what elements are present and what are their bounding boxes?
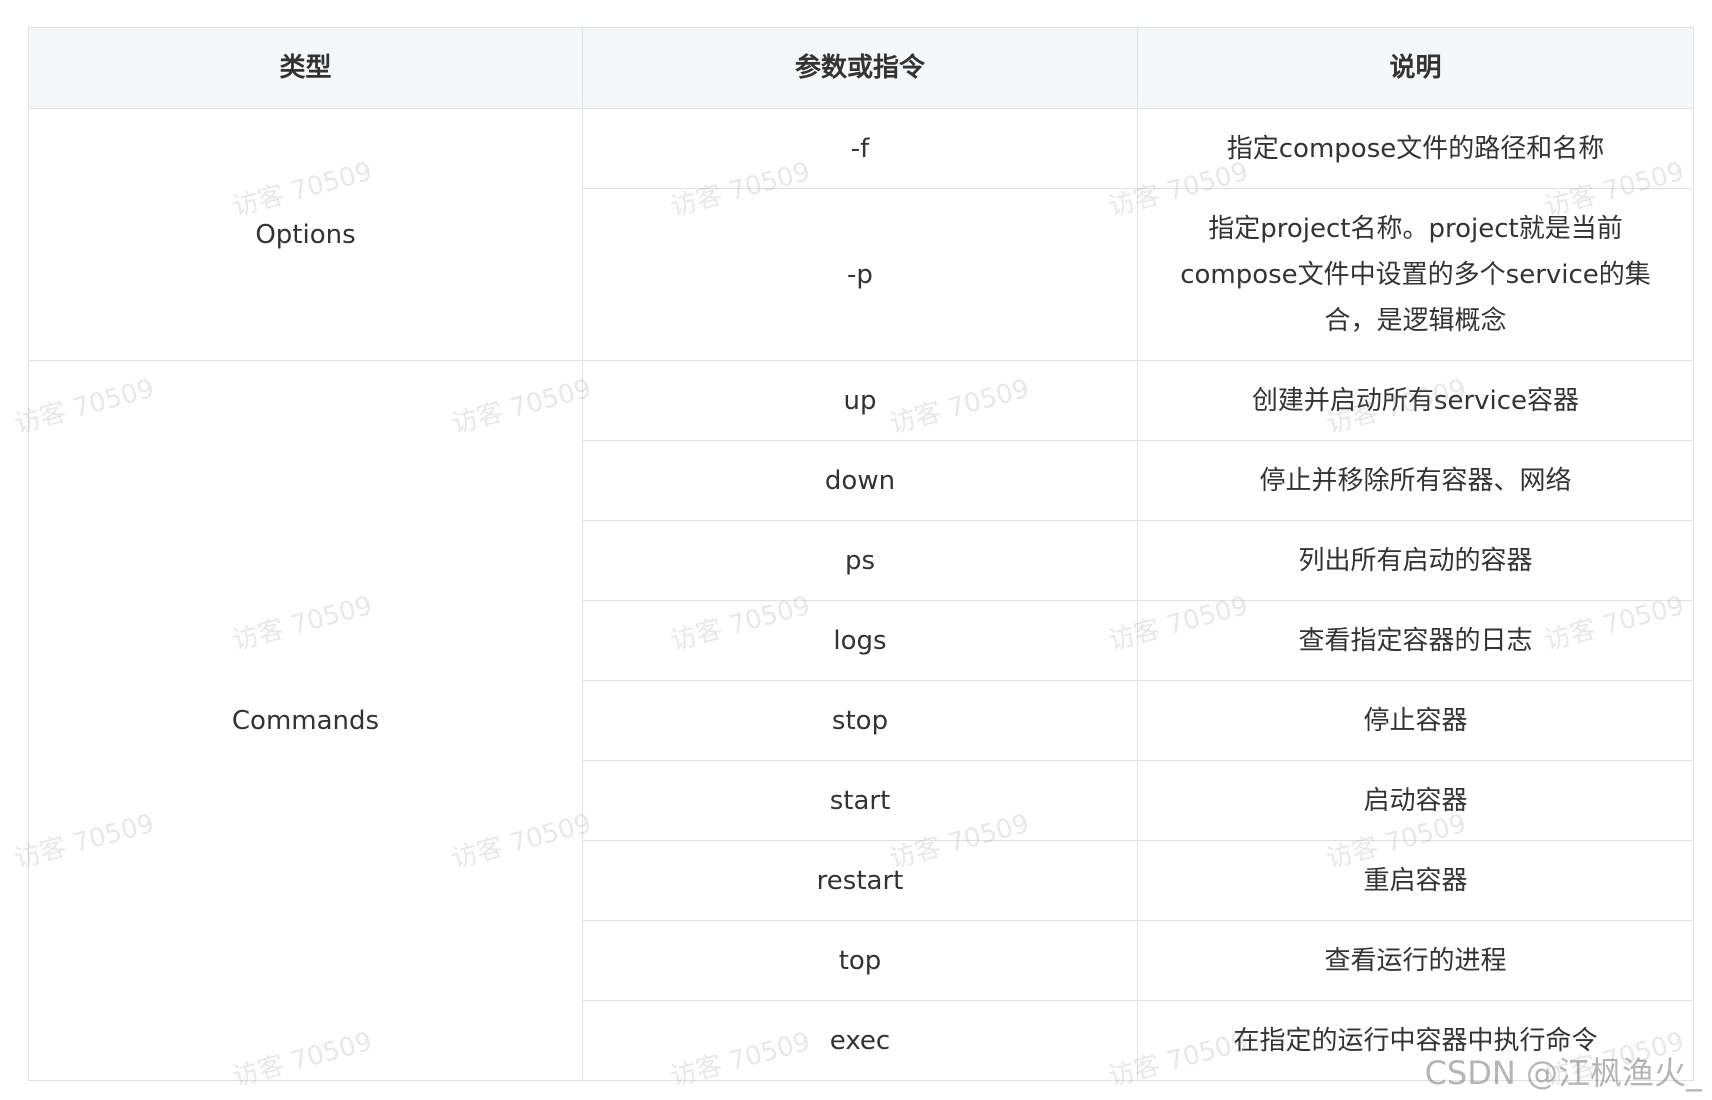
header-desc: 说明 <box>1137 27 1694 109</box>
param-cell: ps <box>582 520 1138 601</box>
compose-command-table: 类型 参数或指令 说明 Options -f 指定compose文件的路径和名称… <box>28 27 1694 1081</box>
group-type-commands: Commands <box>28 360 583 1081</box>
param-cell: -f <box>582 108 1138 189</box>
desc-cell: 启动容器 <box>1137 760 1694 841</box>
csdn-credit-watermark: CSDN @江枫渔火_ <box>1424 1054 1702 1092</box>
desc-cell: 指定compose文件的路径和名称 <box>1137 108 1694 189</box>
command-table-container: 类型 参数或指令 说明 Options -f 指定compose文件的路径和名称… <box>28 27 1694 1081</box>
desc-cell: 重启容器 <box>1137 840 1694 921</box>
desc-cell: 查看指定容器的日志 <box>1137 600 1694 681</box>
param-cell: stop <box>582 680 1138 761</box>
param-cell: exec <box>582 1000 1138 1081</box>
header-param: 参数或指令 <box>582 27 1138 109</box>
param-cell: up <box>582 360 1138 441</box>
desc-cell: 停止容器 <box>1137 680 1694 761</box>
param-cell: top <box>582 920 1138 1001</box>
param-cell: restart <box>582 840 1138 921</box>
table-row: Commands up 创建并启动所有service容器 <box>28 360 1694 1081</box>
group-type-options: Options <box>28 108 583 361</box>
param-cell: start <box>582 760 1138 841</box>
table-row: Options -f 指定compose文件的路径和名称 <box>28 108 1694 361</box>
param-cell: logs <box>582 600 1138 681</box>
desc-cell: 指定project名称。project就是当前compose文件中设置的多个se… <box>1137 188 1694 361</box>
desc-cell: 创建并启动所有service容器 <box>1137 360 1694 441</box>
desc-cell: 停止并移除所有容器、网络 <box>1137 440 1694 521</box>
param-cell: -p <box>582 188 1138 361</box>
desc-cell: 列出所有启动的容器 <box>1137 520 1694 601</box>
header-type: 类型 <box>28 27 583 109</box>
desc-cell: 查看运行的进程 <box>1137 920 1694 1001</box>
table-header-row: 类型 参数或指令 说明 <box>28 27 1694 109</box>
param-cell: down <box>582 440 1138 521</box>
